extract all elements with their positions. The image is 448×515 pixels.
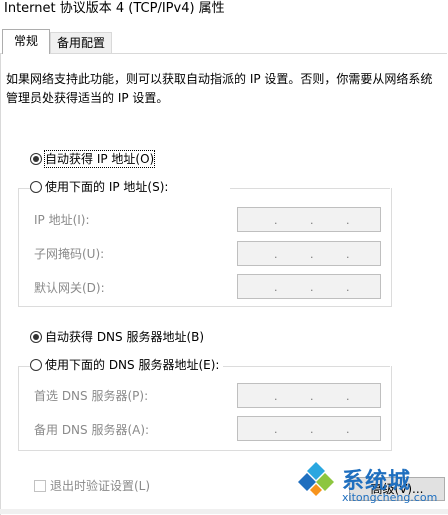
octet-dot: . — [274, 281, 278, 294]
subnet-mask-field[interactable]: . . . — [237, 241, 381, 266]
octet-dot: . — [346, 248, 350, 261]
default-gateway-label: 默认网关(D): — [34, 281, 105, 295]
octet-dot: . — [274, 214, 278, 227]
window-title: Internet 协议版本 4 (TCP/IPv4) 属性 — [4, 1, 225, 16]
auto-ip-label[interactable]: 自动获得 IP 地址(O) — [43, 150, 156, 168]
octet-dot: . — [310, 423, 314, 436]
octet-dot: . — [346, 281, 350, 294]
manual-dns-radio[interactable] — [30, 359, 42, 371]
validate-on-exit-checkbox[interactable] — [34, 480, 46, 492]
manual-dns-label[interactable]: 使用下面的 DNS 服务器地址(E): — [45, 357, 224, 373]
octet-dot: . — [274, 390, 278, 403]
bottom-edge — [0, 509, 448, 514]
tab-strip: 常规 备用配置 — [0, 29, 448, 54]
preferred-dns-label: 首选 DNS 服务器(P): — [34, 389, 149, 403]
octet-dot: . — [346, 390, 350, 403]
title-bar: Internet 协议版本 4 (TCP/IPv4) 属性 — [0, 0, 448, 24]
tab-alternate-config[interactable]: 备用配置 — [50, 32, 112, 54]
ip-address-field[interactable]: . . . — [237, 207, 381, 232]
ip-address-label: IP 地址(I): — [34, 213, 90, 227]
manual-ip-label[interactable]: 使用下面的 IP 地址(S): — [45, 179, 173, 195]
description-text: 如果网络支持此功能，则可以获取自动指派的 IP 设置。否则，你需要从网络系统管理… — [6, 72, 433, 105]
auto-dns-label[interactable]: 自动获得 DNS 服务器地址(B) — [45, 329, 204, 345]
manual-ip-radio[interactable] — [30, 181, 42, 193]
octet-dot: . — [310, 281, 314, 294]
octet-dot: . — [274, 423, 278, 436]
default-gateway-field[interactable]: . . . — [237, 274, 381, 299]
alternate-dns-label: 备用 DNS 服务器(A): — [34, 423, 150, 437]
tab-general[interactable]: 常规 — [2, 29, 50, 54]
octet-dot: . — [310, 248, 314, 261]
preferred-dns-field[interactable]: . . . — [237, 383, 381, 408]
octet-dot: . — [274, 248, 278, 261]
watermark-url: xitongcheng.com — [342, 491, 438, 504]
validate-on-exit-label[interactable]: 退出时验证设置(L) — [50, 478, 150, 494]
alternate-dns-field[interactable]: . . . — [237, 416, 381, 441]
octet-dot: . — [310, 214, 314, 227]
octet-dot: . — [310, 390, 314, 403]
auto-dns-radio[interactable] — [30, 331, 42, 343]
octet-dot: . — [346, 423, 350, 436]
octet-dot: . — [346, 214, 350, 227]
watermark-logo-icon — [298, 460, 334, 496]
subnet-mask-label: 子网掩码(U): — [34, 247, 105, 261]
auto-ip-radio[interactable] — [30, 153, 42, 165]
